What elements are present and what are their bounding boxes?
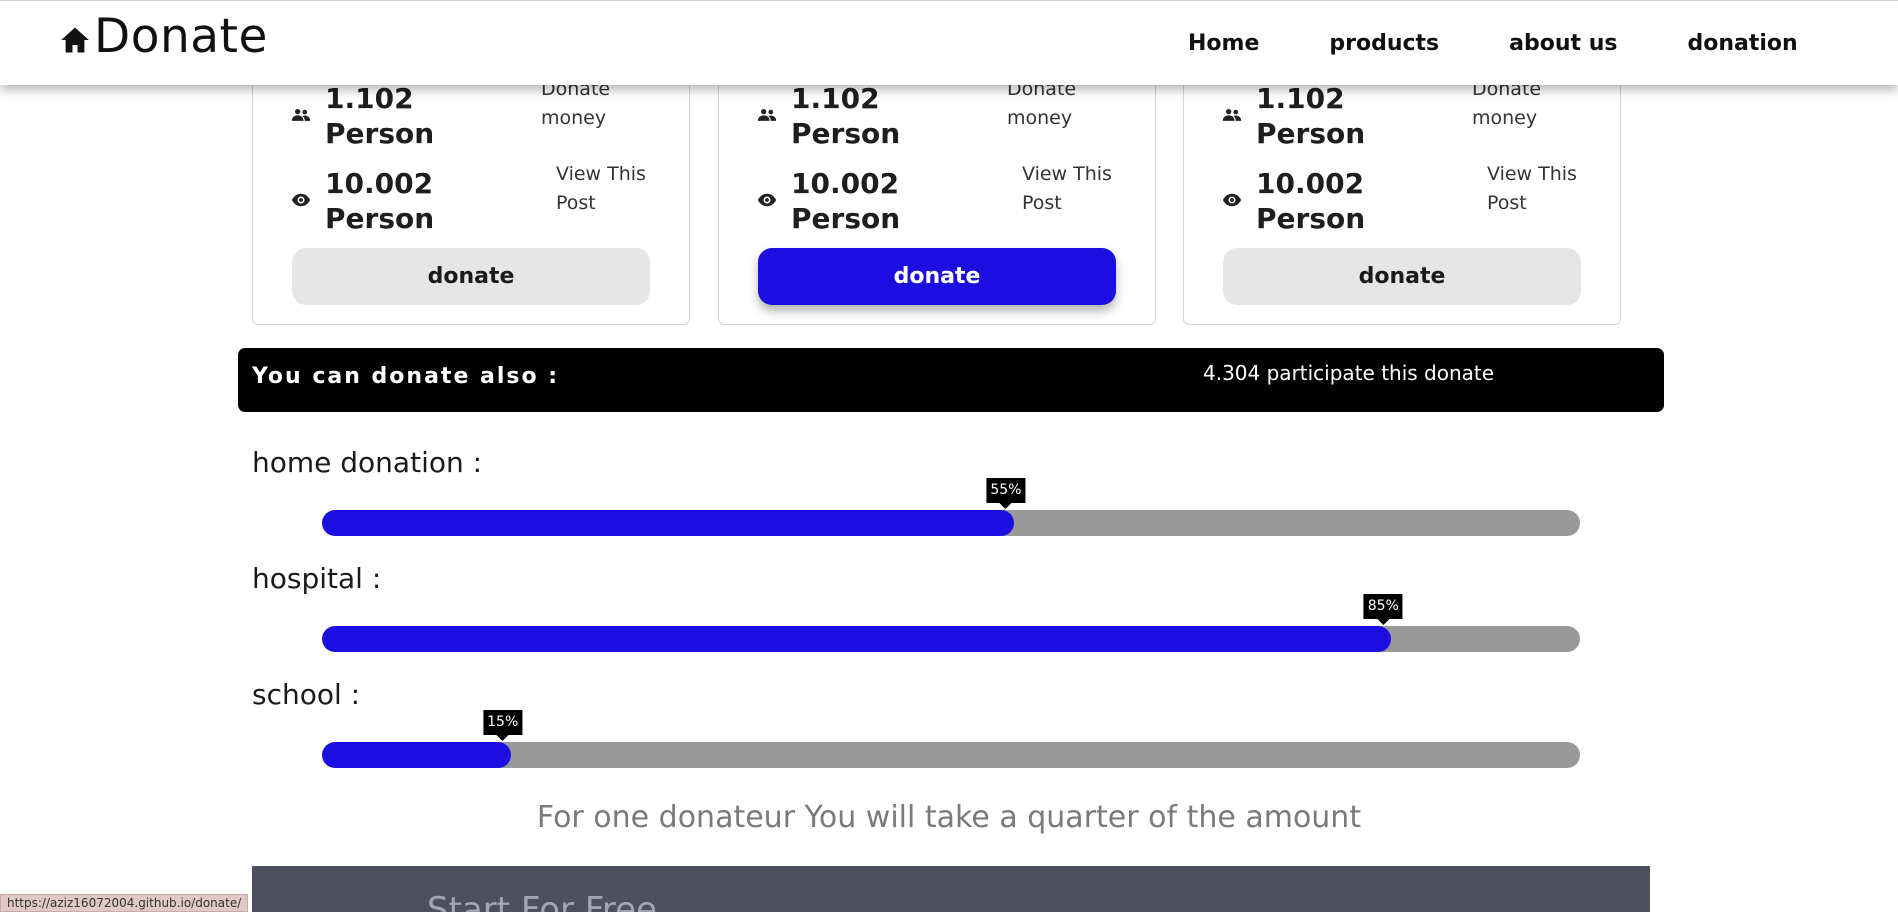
nav-donation[interactable]: donation xyxy=(1687,31,1797,56)
donors-count: 1.102 Person xyxy=(1256,82,1366,150)
progress-fill-home xyxy=(322,510,1014,536)
donors-stat: 1.102 Person Donate money xyxy=(757,78,1137,156)
cta-heading[interactable]: Start For Free xyxy=(427,890,657,912)
donate-button[interactable]: donate xyxy=(1223,248,1581,305)
progress-track-hospital xyxy=(322,626,1580,652)
donate-button[interactable]: donate xyxy=(292,248,650,305)
nav-products[interactable]: products xyxy=(1329,31,1439,56)
navbar: Donate Home products about us donation xyxy=(0,0,1898,85)
brand-logo[interactable]: Donate xyxy=(60,9,268,64)
progress-tooltip-hospital: 85% xyxy=(1363,594,1403,625)
quarter-note: For one donateur You will take a quarter… xyxy=(536,800,1362,835)
people-icon xyxy=(291,109,311,121)
views-caption: View This Post xyxy=(556,163,646,214)
views-caption: View This Post xyxy=(1022,163,1112,214)
nav-home[interactable]: Home xyxy=(1188,31,1259,56)
progress-label-school: school : xyxy=(252,678,361,711)
progress-label-hospital: hospital : xyxy=(252,562,382,595)
progress-fill-hospital xyxy=(322,626,1392,652)
views-stat: 10.002 Person View This Post xyxy=(757,163,1137,241)
people-icon xyxy=(1222,109,1242,121)
eye-icon xyxy=(291,193,311,207)
views-count: 10.002 Person xyxy=(791,167,901,235)
progress-tooltip-home: 55% xyxy=(986,478,1026,509)
eye-icon xyxy=(1222,193,1242,207)
eye-icon xyxy=(757,193,777,207)
donors-count: 1.102 Person xyxy=(325,82,435,150)
banner-title: You can donate also : xyxy=(252,364,560,389)
donors-count: 1.102 Person xyxy=(791,82,901,150)
brand-name: Donate xyxy=(94,9,268,64)
progress-fill-school xyxy=(322,742,511,768)
views-count: 10.002 Person xyxy=(325,167,435,235)
participants-count: 4.304 participate this donate xyxy=(1203,361,1495,385)
donors-stat: 1.102 Person Donate money xyxy=(291,78,671,156)
home-icon xyxy=(61,27,89,52)
donate-also-banner: You can donate also : 4.304 participate … xyxy=(238,348,1664,412)
progress-tooltip-school: 15% xyxy=(483,710,523,741)
views-stat: 10.002 Person View This Post xyxy=(291,163,671,241)
status-bar-url: https://aziz16072004.github.io/donate/ xyxy=(0,894,249,912)
nav-about-us[interactable]: about us xyxy=(1509,31,1617,56)
progress-label-home: home donation : xyxy=(252,446,483,479)
progress-track-home xyxy=(322,510,1580,536)
progress-track-school xyxy=(322,742,1580,768)
cta-section: Start For Free xyxy=(252,866,1650,912)
people-icon xyxy=(757,109,777,121)
views-stat: 10.002 Person View This Post xyxy=(1222,163,1602,241)
donate-button[interactable]: donate xyxy=(758,248,1116,305)
views-caption: View This Post xyxy=(1487,163,1577,214)
nav-menu: Home products about us donation xyxy=(1188,31,1798,56)
views-count: 10.002 Person xyxy=(1256,167,1366,235)
donors-stat: 1.102 Person Donate money xyxy=(1222,78,1602,156)
